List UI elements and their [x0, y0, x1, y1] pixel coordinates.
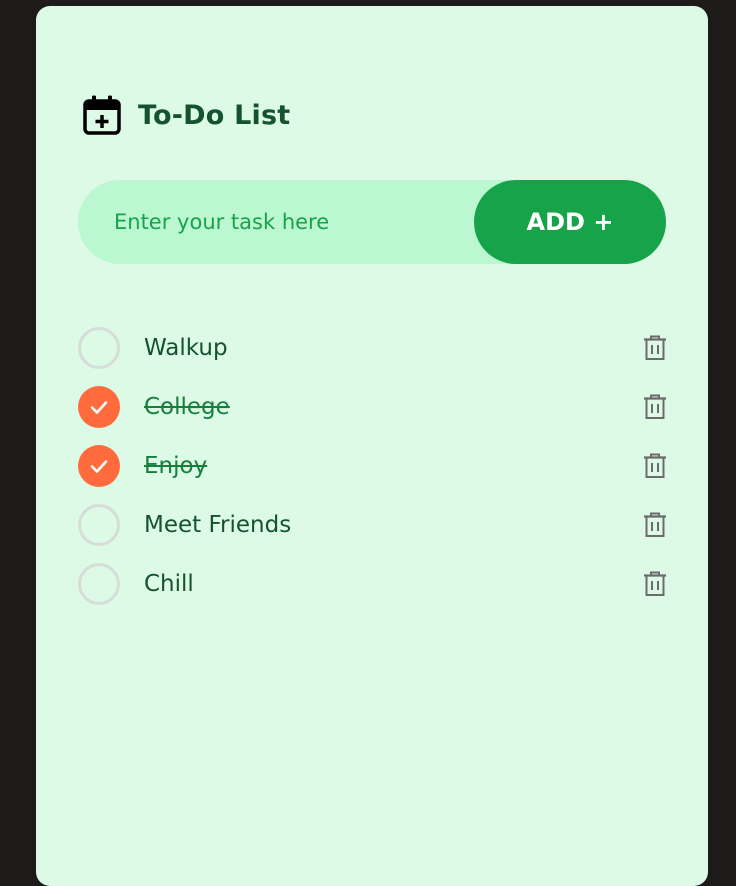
calendar-plus-icon	[83, 95, 121, 135]
trash-icon[interactable]	[642, 452, 668, 480]
page-title: To-Do List	[138, 99, 291, 131]
task-item: Chill	[78, 554, 668, 613]
task-text: College	[144, 393, 230, 420]
task-item: College	[78, 377, 668, 436]
task-checkbox[interactable]	[78, 503, 120, 546]
trash-icon[interactable]	[642, 570, 668, 598]
task-input-row: ADD +	[78, 180, 666, 264]
checkmark-icon	[90, 400, 108, 414]
task-text: Enjoy	[144, 452, 208, 479]
trash-icon[interactable]	[642, 511, 668, 539]
task-checkbox[interactable]	[78, 326, 120, 369]
task-item: Enjoy	[78, 436, 668, 495]
task-input[interactable]	[78, 180, 468, 264]
task-text: Walkup	[144, 334, 228, 361]
task-item: Walkup	[78, 318, 668, 377]
trash-icon[interactable]	[642, 334, 668, 362]
task-checkbox[interactable]	[78, 385, 120, 428]
trash-icon[interactable]	[642, 393, 668, 421]
task-list: Walkup College Enjoy Meet Friends Chill	[78, 318, 668, 613]
task-text: Meet Friends	[144, 511, 292, 538]
task-text: Chill	[144, 570, 194, 597]
task-checkbox[interactable]	[78, 562, 120, 605]
todo-card: To-Do List ADD + Walkup College	[36, 6, 708, 886]
task-checkbox[interactable]	[78, 444, 120, 487]
checkmark-icon	[90, 459, 108, 473]
task-item: Meet Friends	[78, 495, 668, 554]
add-task-button[interactable]: ADD +	[474, 180, 666, 264]
header: To-Do List	[82, 94, 290, 136]
